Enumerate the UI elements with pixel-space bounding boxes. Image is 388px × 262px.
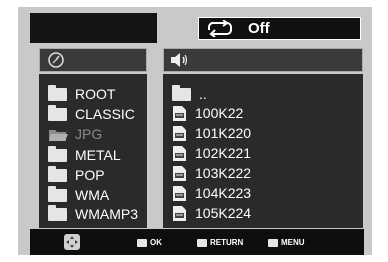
folder-item-jpg[interactable]: JPG bbox=[48, 124, 102, 144]
file-item[interactable]: 104K223 bbox=[172, 183, 251, 203]
return-icon bbox=[197, 238, 207, 247]
folder-icon bbox=[48, 185, 67, 202]
folder-icon bbox=[48, 165, 67, 182]
menu-icon bbox=[268, 238, 278, 247]
folder-icon bbox=[48, 84, 67, 101]
folder-item-wmamp3[interactable]: WMAMP3 bbox=[48, 204, 138, 224]
repeat-status-label: Off bbox=[248, 20, 270, 37]
file-item[interactable]: 103K222 bbox=[172, 163, 251, 183]
file-label: .. bbox=[199, 86, 207, 102]
file-icon bbox=[173, 165, 186, 181]
folder-icon bbox=[48, 104, 67, 121]
repeat-mode-button[interactable]: Off bbox=[198, 17, 361, 40]
file-label: 105K224 bbox=[195, 205, 252, 221]
folder-item-wma[interactable]: WMA bbox=[48, 185, 109, 205]
folder-label: METAL bbox=[75, 147, 121, 163]
dpad-icon bbox=[64, 234, 80, 250]
folder-label: POP bbox=[75, 167, 105, 183]
clock-icon bbox=[48, 52, 64, 68]
folder-label: ROOT bbox=[75, 86, 116, 102]
file-item[interactable]: 102K221 bbox=[172, 143, 251, 163]
file-panel-header bbox=[163, 48, 363, 72]
ok-hint: OK bbox=[137, 238, 162, 247]
folder-item-classic[interactable]: CLASSIC bbox=[48, 104, 135, 124]
file-label: 104K223 bbox=[195, 185, 252, 201]
file-icon bbox=[173, 105, 186, 121]
file-label: 102K221 bbox=[195, 145, 252, 161]
folder-panel-header bbox=[39, 48, 147, 72]
file-icon bbox=[173, 185, 186, 201]
top-left-bar bbox=[30, 13, 157, 43]
folder-icon bbox=[48, 204, 67, 221]
folder-icon bbox=[48, 145, 67, 162]
file-label: 101K220 bbox=[195, 125, 252, 141]
menu-hint: MENU bbox=[268, 238, 305, 247]
return-hint-label: RETURN bbox=[210, 238, 244, 247]
folder-icon bbox=[172, 84, 191, 101]
file-label: 100K22 bbox=[195, 105, 244, 121]
file-icon bbox=[173, 205, 186, 221]
ok-hint-label: OK bbox=[150, 238, 162, 247]
repeat-icon bbox=[208, 20, 232, 37]
folder-label: CLASSIC bbox=[75, 106, 135, 122]
file-item-parent[interactable]: .. bbox=[172, 84, 207, 104]
folder-item-root[interactable]: ROOT bbox=[48, 84, 115, 104]
ok-icon bbox=[137, 238, 147, 247]
menu-hint-label: MENU bbox=[281, 238, 305, 247]
folder-item-pop[interactable]: POP bbox=[48, 165, 105, 185]
speaker-icon bbox=[171, 53, 188, 67]
folder-label: WMA bbox=[75, 187, 110, 203]
file-label: 103K222 bbox=[195, 165, 252, 181]
file-item[interactable]: 101K220 bbox=[172, 123, 251, 143]
folder-item-metal[interactable]: METAL bbox=[48, 145, 121, 165]
file-item[interactable]: 105K224 bbox=[172, 203, 251, 223]
folder-label: WMAMP3 bbox=[75, 206, 138, 222]
file-icon bbox=[173, 145, 186, 161]
file-item[interactable]: 100K22 bbox=[172, 103, 243, 123]
file-icon bbox=[173, 125, 186, 141]
folder-label: JPG bbox=[75, 126, 103, 142]
open-folder-icon bbox=[49, 129, 68, 141]
media-browser-screen: Off ROOT CLASSIC JPG METAL POP WMA WMAMP… bbox=[0, 0, 388, 262]
return-hint: RETURN bbox=[197, 238, 243, 247]
